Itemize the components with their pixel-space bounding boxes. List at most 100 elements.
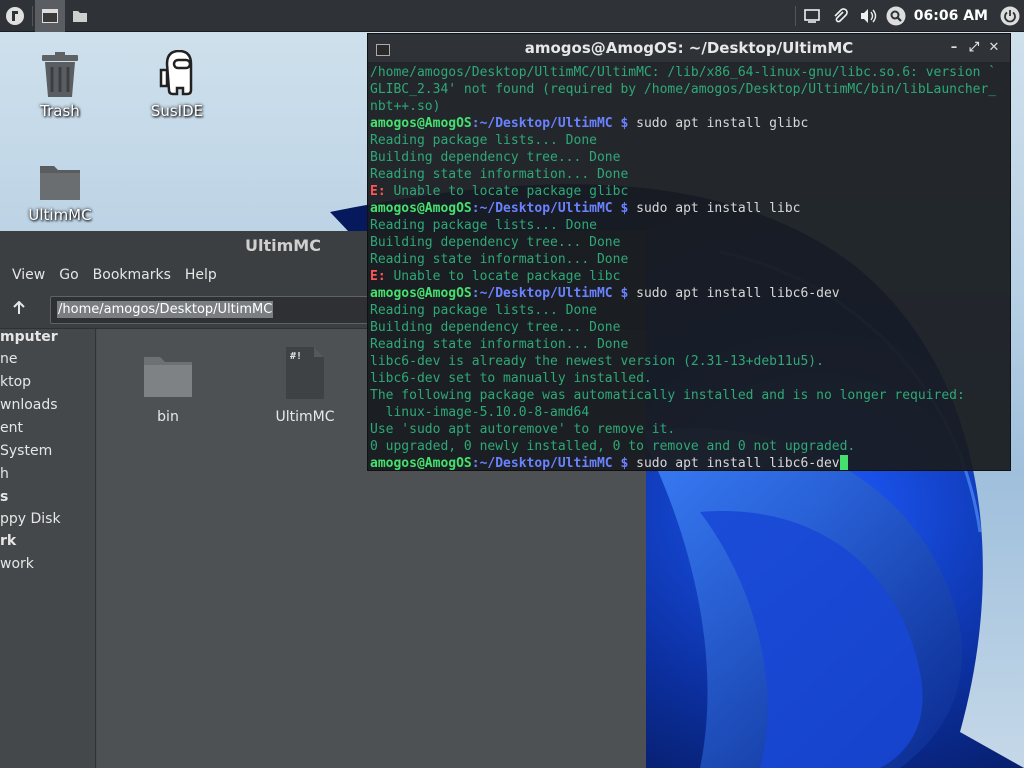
terminal-prompt-line: amogos@AmogOS:~/Desktop/UltimMC $ sudo a… — [370, 285, 1008, 302]
panel-separator — [794, 6, 796, 26]
output-text: linux-image-5.10.0-8-amd64 — [370, 405, 590, 420]
command-text: sudo apt install glibc — [628, 116, 809, 131]
sidebar-item-recent[interactable]: ent — [0, 420, 23, 436]
command-text[interactable]: sudo apt install libc6-dev — [628, 456, 840, 470]
output-text: Reading package lists... Done — [370, 303, 597, 318]
output-text: Use 'sudo apt autoremove' to remove it. — [370, 422, 676, 437]
up-arrow-icon[interactable] — [12, 300, 26, 319]
desktop-icon-trash[interactable]: Trash — [10, 42, 110, 120]
close-icon[interactable]: ✕ — [984, 40, 1004, 56]
error-text: Unable to locate package glibc — [385, 184, 629, 199]
terminal-output-line: Reading state information... Done — [370, 166, 1008, 183]
menu-view[interactable]: View — [12, 267, 45, 283]
folder-icon — [123, 347, 213, 399]
file-item-label: bin — [157, 409, 179, 425]
terminal-output[interactable]: /home/amogos/Desktop/UltimMC/UltimMC: /l… — [368, 62, 1010, 470]
minimize-icon[interactable]: – — [944, 40, 964, 56]
output-text: Reading package lists... Done — [370, 218, 597, 233]
menu-bookmarks[interactable]: Bookmarks — [93, 267, 171, 283]
terminal-output-line: 0 upgraded, 0 newly installed, 0 to remo… — [370, 438, 1008, 455]
terminal-output-line: Use 'sudo apt autoremove' to remove it. — [370, 421, 1008, 438]
sidebar-item-file-system[interactable]: System — [0, 443, 52, 459]
top-panel: 06:06 AM — [0, 0, 1024, 32]
command-text: sudo apt install libc — [628, 201, 801, 216]
file-item-bin[interactable]: bin — [123, 347, 213, 425]
sidebar-item-network[interactable]: work — [0, 556, 34, 572]
output-text: /home/amogos/Desktop/UltimMC/UltimMC: /l… — [370, 65, 997, 80]
error-text: Unable to locate package libc — [385, 269, 621, 284]
file-item-label: UltimMC — [275, 409, 335, 425]
prompt-path: :~/Desktop/UltimMC $ — [471, 286, 629, 301]
system-tray: 06:06 AM — [793, 0, 1024, 32]
prompt-user: amogos@AmogOS — [370, 456, 472, 470]
sidebar-item-floppy-disk[interactable]: ppy Disk — [0, 511, 61, 527]
error-label: E: — [370, 269, 386, 284]
maximize-icon[interactable]: ⤢ — [964, 40, 984, 56]
terminal-output-line: Reading package lists... Done — [370, 132, 1008, 149]
terminal-error-line: E: Unable to locate package glibc — [370, 183, 1008, 200]
terminal-prompt-line: amogos@AmogOS:~/Desktop/UltimMC $ sudo a… — [370, 115, 1008, 132]
terminal-output-line: GLIBC_2.34' not found (required by /home… — [370, 81, 1008, 98]
output-text: nbt++.so) — [370, 99, 441, 114]
terminal-output-line: libc6-dev is already the newest version … — [370, 353, 1008, 370]
output-text: Reading package lists... Done — [370, 133, 597, 148]
output-text: Building dependency tree... Done — [370, 150, 621, 165]
terminal-titlebar[interactable]: amogos@AmogOS: ~/Desktop/UltimMC – ⤢ ✕ — [368, 34, 1010, 62]
terminal-output-line: Reading package lists... Done — [370, 217, 1008, 234]
sidebar-item-downloads[interactable]: wnloads — [0, 397, 58, 413]
terminal-output-line: nbt++.so) — [370, 98, 1008, 115]
sidebar-item-home[interactable]: ne — [0, 351, 18, 367]
output-text: 0 upgraded, 0 newly installed, 0 to remo… — [370, 439, 856, 454]
location-path-text: /home/amogos/Desktop/UltimMC — [57, 301, 274, 318]
location-input[interactable]: /home/amogos/Desktop/UltimMC — [50, 295, 380, 324]
os-menu-icon[interactable] — [0, 0, 30, 32]
folder-task-icon[interactable] — [65, 0, 95, 32]
terminal-error-line: E: Unable to locate package libc — [370, 268, 1008, 285]
power-icon[interactable] — [996, 0, 1024, 32]
terminal-current-prompt: amogos@AmogOS:~/Desktop/UltimMC $ sudo a… — [370, 455, 1008, 470]
desktop-icon-suside[interactable]: SusIDE — [127, 42, 227, 120]
output-text: libc6-dev set to manually installed. — [370, 371, 652, 386]
display-icon[interactable] — [798, 0, 826, 32]
trash-icon — [10, 42, 110, 98]
panel-separator — [32, 5, 33, 26]
folder-icon — [10, 146, 110, 202]
prompt-path: :~/Desktop/UltimMC $ — [471, 116, 629, 131]
search-icon[interactable] — [882, 0, 910, 32]
terminal-output-line: libc6-dev set to manually installed. — [370, 370, 1008, 387]
sidebar-header-computer: mputer — [0, 329, 58, 345]
prompt-path: :~/Desktop/UltimMC $ — [471, 201, 629, 216]
prompt-path: :~/Desktop/UltimMC $ — [471, 456, 629, 470]
window-controls: – ⤢ ✕ — [944, 40, 1004, 56]
terminal-prompt-line: amogos@AmogOS:~/Desktop/UltimMC $ sudo a… — [370, 200, 1008, 217]
clip-icon[interactable] — [826, 0, 854, 32]
clock[interactable]: 06:06 AM — [910, 8, 996, 24]
terminal-task-icon[interactable] — [35, 0, 65, 32]
file-item-ultimmc[interactable]: #! UltimMC — [260, 347, 350, 425]
terminal-output-line: Reading package lists... Done — [370, 302, 1008, 319]
menu-help[interactable]: Help — [185, 267, 217, 283]
output-text: libc6-dev is already the newest version … — [370, 354, 824, 369]
desktop-icon-label: UltimMC — [28, 206, 92, 224]
menu-go[interactable]: Go — [59, 267, 78, 283]
desktop-icon-label: SusIDE — [150, 102, 204, 120]
output-text: Building dependency tree... Done — [370, 320, 621, 335]
terminal-output-line: Building dependency tree... Done — [370, 234, 1008, 251]
terminal-output-line: Reading state information... Done — [370, 251, 1008, 268]
executable-file-icon: #! — [260, 347, 350, 399]
command-text: sudo apt install libc6-dev — [628, 286, 840, 301]
sidebar-item-desktop[interactable]: ktop — [0, 374, 31, 390]
terminal-output-line: Building dependency tree... Done — [370, 319, 1008, 336]
output-text: Reading state information... Done — [370, 167, 629, 182]
terminal-output-line: linux-image-5.10.0-8-amd64 — [370, 404, 1008, 421]
sidebar-header-devices: s — [0, 489, 9, 505]
desktop-icon-label: Trash — [40, 102, 80, 120]
output-text: Building dependency tree... Done — [370, 235, 621, 250]
desktop-icon-ultimmc[interactable]: UltimMC — [10, 146, 110, 224]
sidebar-item-trash[interactable]: h — [0, 466, 9, 482]
sidebar-header-network: rk — [0, 533, 17, 549]
terminal-output-line: /home/amogos/Desktop/UltimMC/UltimMC: /l… — [370, 64, 1008, 81]
terminal-window[interactable]: amogos@AmogOS: ~/Desktop/UltimMC – ⤢ ✕ /… — [367, 33, 1011, 471]
output-text: The following package was automatically … — [370, 388, 965, 403]
volume-icon[interactable] — [854, 0, 882, 32]
